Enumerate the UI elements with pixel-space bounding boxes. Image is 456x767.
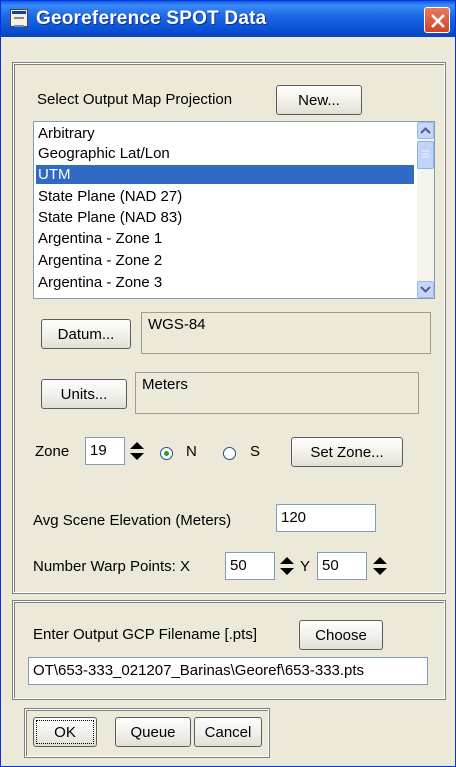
zone-label: Zone: [35, 443, 70, 460]
ok-button[interactable]: OK: [33, 717, 97, 747]
list-item[interactable]: Arbitrary: [36, 124, 414, 143]
app-icon: [10, 9, 28, 27]
window-title: Georeference SPOT Data: [36, 8, 267, 29]
choose-button[interactable]: Choose: [299, 620, 383, 650]
warp-x-input[interactable]: 50: [225, 552, 275, 580]
units-value: Meters: [135, 372, 419, 414]
list-item[interactable]: State Plane (NAD 27): [36, 187, 414, 206]
datum-value: WGS-84: [141, 312, 431, 354]
north-radio[interactable]: [160, 447, 173, 460]
spinner-arrows-icon: [280, 557, 294, 575]
queue-button[interactable]: Queue: [115, 717, 191, 747]
units-button[interactable]: Units...: [41, 379, 127, 409]
list-item[interactable]: Argentina - Zone 2: [36, 251, 414, 270]
warp-x-spinner[interactable]: [277, 552, 297, 580]
grip-icon: [422, 150, 429, 158]
zone-spinner[interactable]: [127, 437, 147, 465]
north-label: N: [186, 443, 197, 460]
spinner-arrows-icon: [373, 557, 387, 575]
spinner-arrows-icon: [130, 442, 144, 460]
south-label: S: [250, 443, 261, 460]
elevation-label: Avg Scene Elevation (Meters): [33, 512, 232, 529]
elevation-input[interactable]: 120: [276, 504, 376, 532]
warp-y-label: Y: [300, 558, 311, 575]
chevron-down-icon: [420, 286, 431, 293]
list-item[interactable]: Argentina - Zone 1: [36, 229, 414, 248]
list-item[interactable]: State Plane (NAD 83): [36, 208, 414, 227]
datum-button[interactable]: Datum...: [41, 319, 131, 349]
dialog-window: Georeference SPOT Data Select Output Map…: [0, 0, 456, 767]
projection-label: Select Output Map Projection: [37, 91, 233, 108]
new-projection-button[interactable]: New...: [276, 85, 362, 115]
south-radio[interactable]: [223, 447, 236, 460]
chevron-up-icon: [420, 127, 431, 134]
set-zone-button[interactable]: Set Zone...: [291, 437, 403, 467]
warp-points-label: Number Warp Points: X: [33, 558, 190, 575]
warp-y-input[interactable]: 50: [317, 552, 367, 580]
title-bar[interactable]: Georeference SPOT Data: [1, 1, 455, 37]
scroll-up-button[interactable]: [417, 122, 434, 139]
output-filename-label: Enter Output GCP Filename [.pts]: [33, 626, 257, 643]
list-item-selected[interactable]: UTM: [36, 165, 414, 184]
zone-input[interactable]: 19: [85, 437, 125, 465]
list-scrollbar[interactable]: [417, 122, 434, 298]
list-item[interactable]: Argentina - Zone 3: [36, 273, 414, 292]
close-icon: [431, 14, 445, 28]
scroll-down-button[interactable]: [417, 281, 434, 298]
cancel-button[interactable]: Cancel: [194, 717, 262, 747]
output-filename-input[interactable]: OT\653-333_021207_Barinas\Georef\653-333…: [28, 657, 428, 685]
close-button[interactable]: [424, 7, 450, 33]
projection-list[interactable]: Arbitrary Geographic Lat/Lon UTM State P…: [33, 121, 435, 299]
scroll-thumb[interactable]: [417, 141, 434, 169]
warp-y-spinner[interactable]: [370, 552, 390, 580]
list-item[interactable]: Geographic Lat/Lon: [36, 144, 414, 163]
